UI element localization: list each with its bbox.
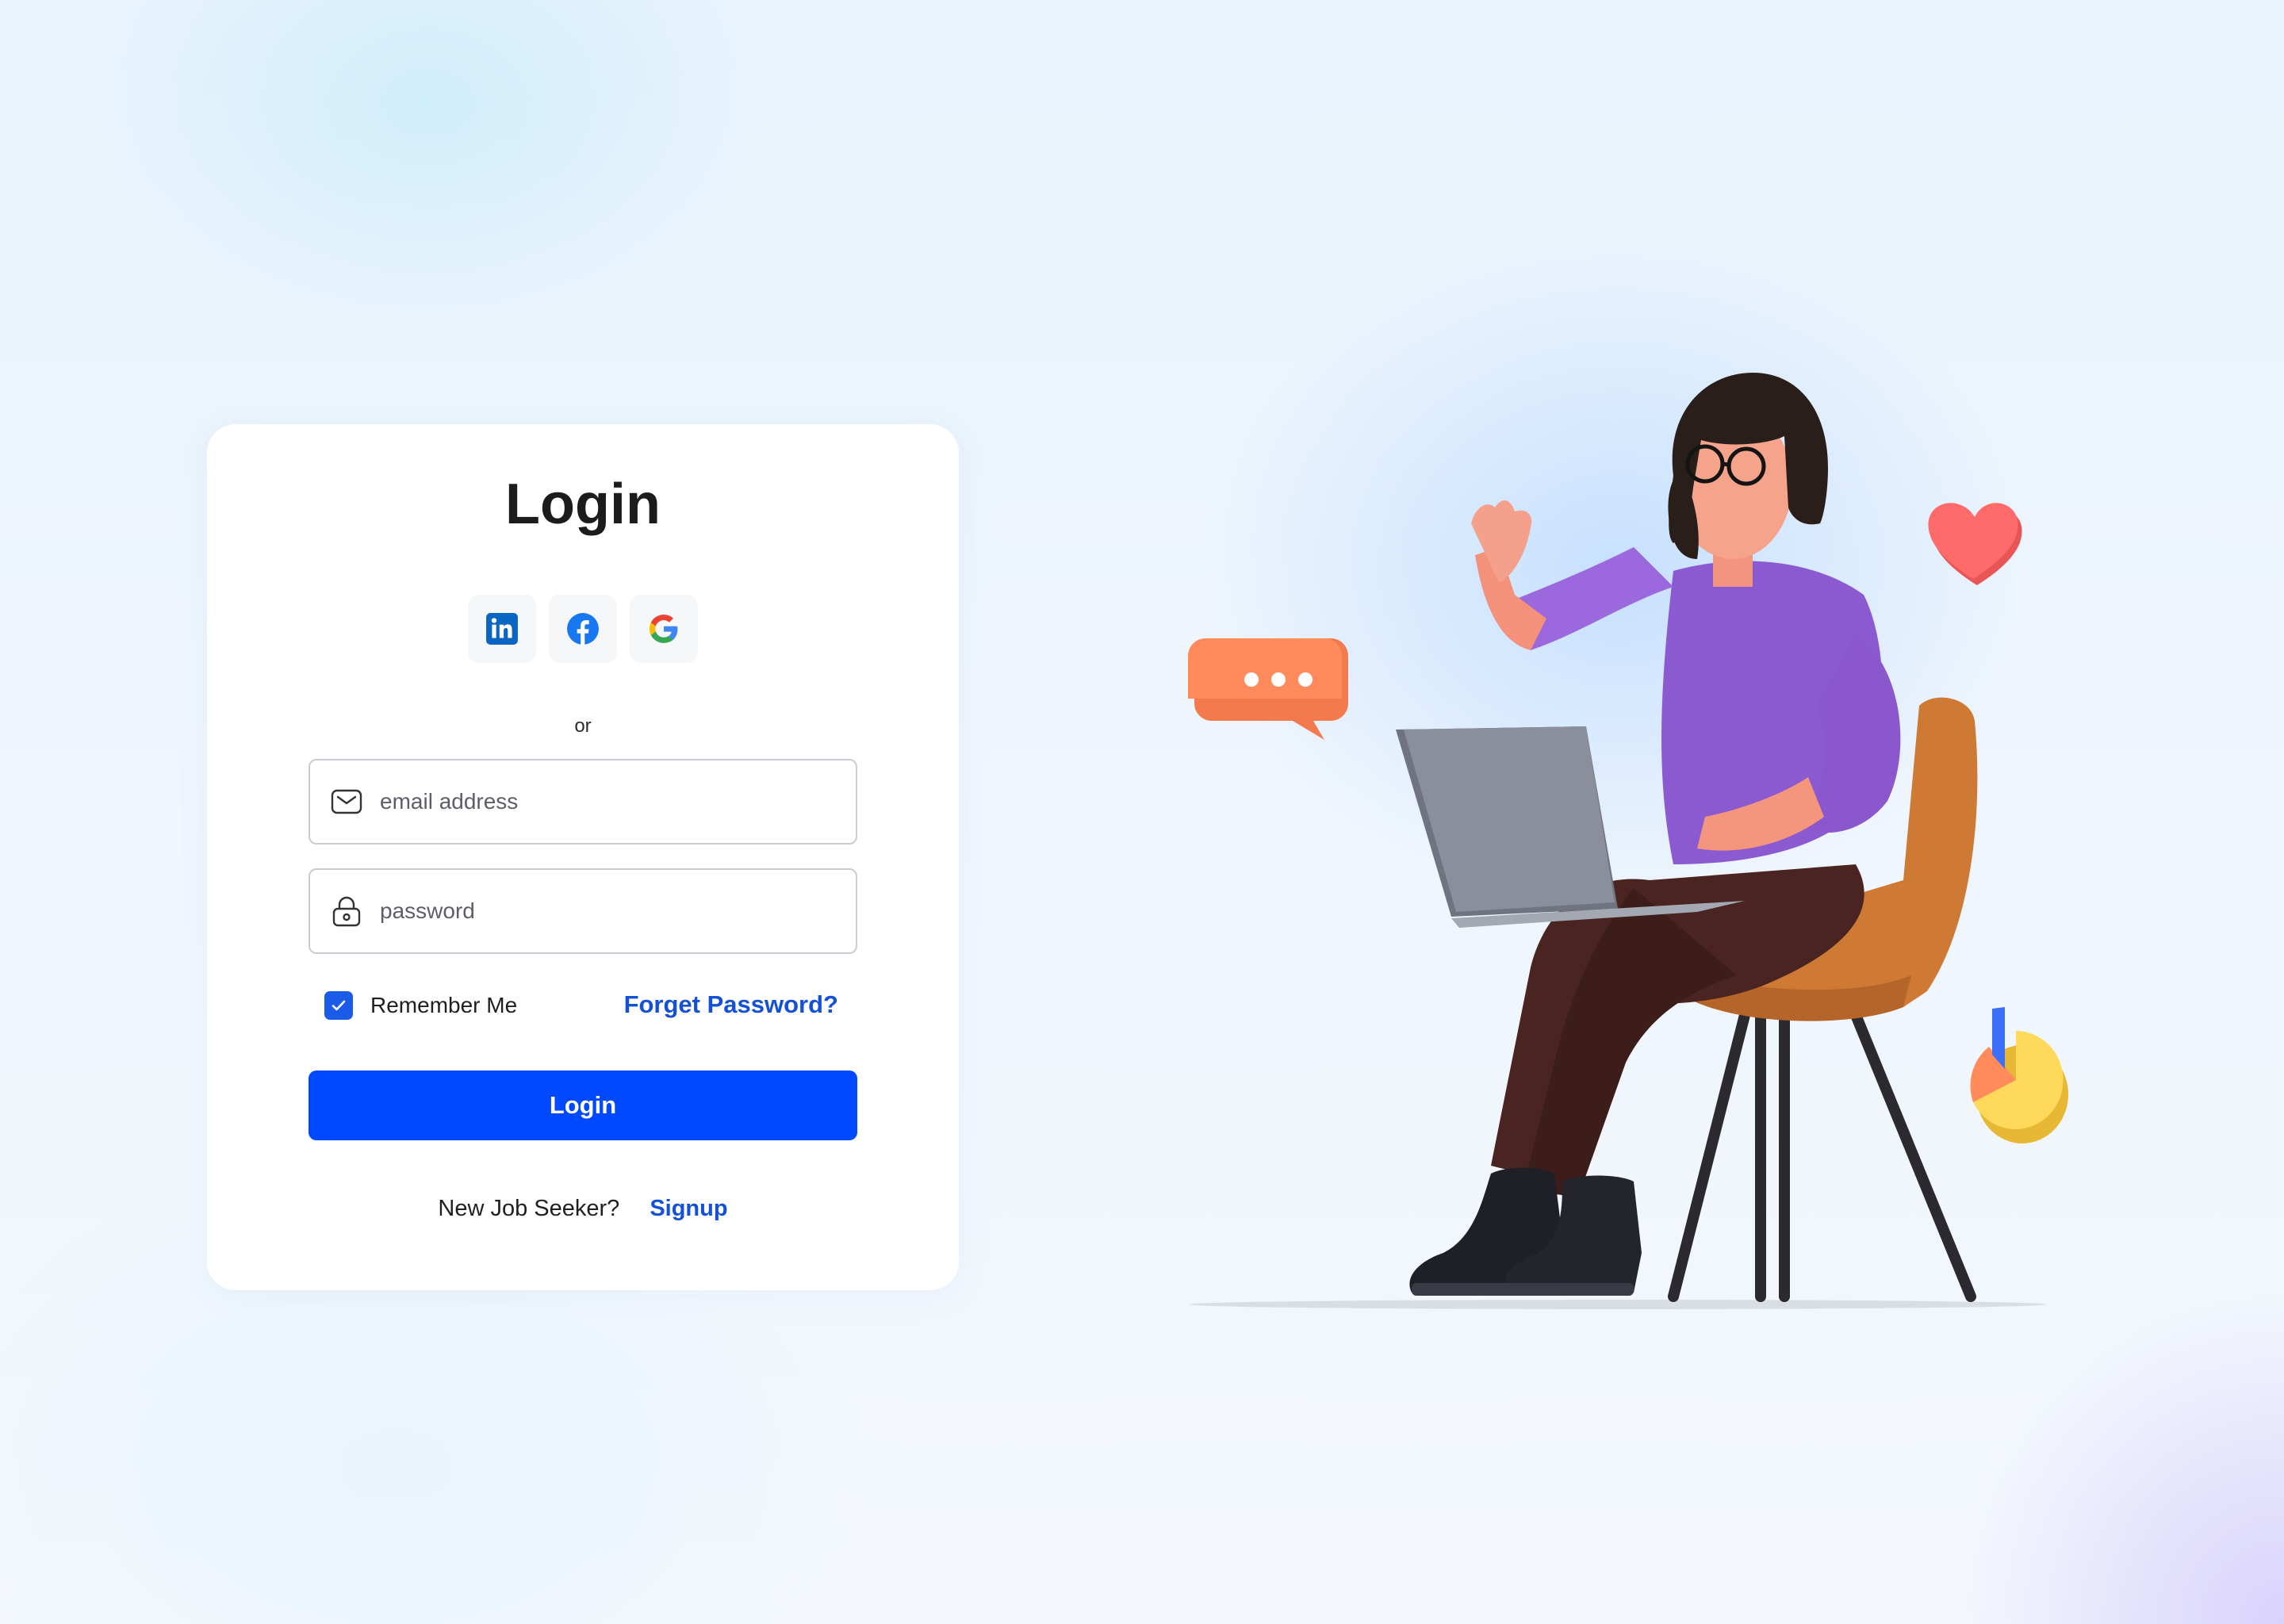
remember-label: Remember Me (370, 993, 518, 1017)
signup-prompt: New Job Seeker? (438, 1196, 620, 1221)
heart-icon (1928, 503, 2022, 585)
password-input[interactable] (380, 898, 840, 924)
pie-chart-icon (1970, 1007, 2068, 1143)
remember-me[interactable]: Remember Me (324, 991, 517, 1020)
signup-link[interactable]: Signup (650, 1196, 727, 1222)
lock-icon (329, 894, 364, 929)
remember-checkbox[interactable] (324, 991, 353, 1020)
social-login-row (207, 595, 959, 663)
linkedin-button[interactable] (468, 595, 536, 663)
google-button[interactable] (630, 595, 698, 663)
linkedin-icon (486, 613, 518, 645)
illustration (1188, 373, 2068, 1309)
facebook-icon (567, 613, 599, 645)
login-button[interactable]: Login (308, 1071, 857, 1140)
chat-bubble-icon (1188, 638, 1348, 740)
signup-row: New Job Seeker? Signup (207, 1196, 959, 1222)
password-field[interactable] (308, 868, 857, 954)
forgot-password-link[interactable]: Forget Password? (624, 990, 838, 1019)
page-title: Login (505, 473, 661, 536)
check-icon (331, 1000, 346, 1011)
login-card: Login or email address Remember Me Forge… (207, 424, 959, 1290)
mail-icon (329, 784, 364, 819)
facebook-button[interactable] (549, 595, 617, 663)
or-divider: or (574, 715, 592, 737)
google-icon (649, 615, 678, 643)
email-field[interactable] (308, 759, 857, 845)
email-input[interactable] (380, 789, 840, 814)
